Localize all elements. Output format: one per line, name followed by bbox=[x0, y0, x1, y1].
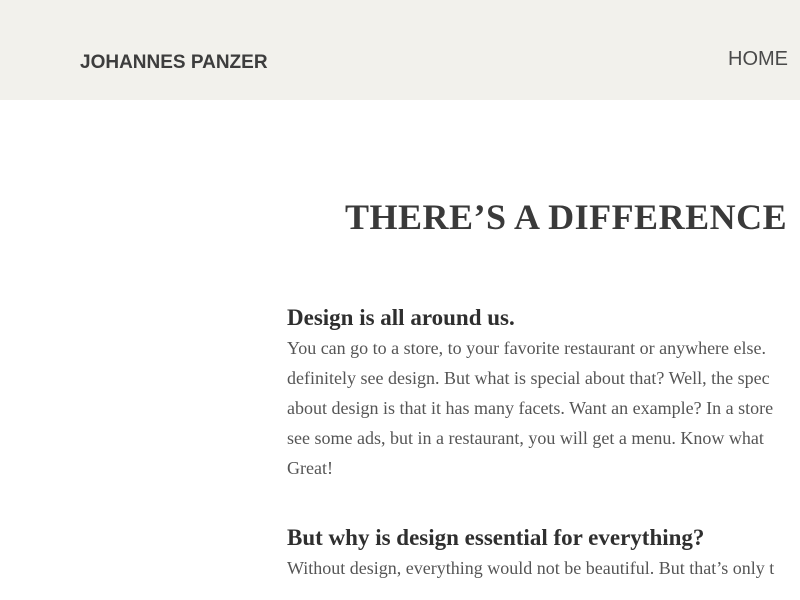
nav-item-home[interactable]: HOME bbox=[728, 48, 788, 71]
paragraph-line: Great! bbox=[287, 458, 333, 478]
section-heading: Design is all around us. bbox=[287, 305, 515, 330]
paragraph-line: You can go to a store, to your favorite … bbox=[287, 338, 767, 358]
paragraph-line: see some ads, but in a restaurant, you w… bbox=[287, 428, 764, 448]
site-header: JOHANNES PANZER HOME bbox=[0, 0, 800, 100]
section-paragraph: You can go to a store, to your favorite … bbox=[287, 333, 800, 483]
paragraph-line: definitely see design. But what is speci… bbox=[287, 368, 770, 388]
paragraph-line: Without design, everything would not be … bbox=[287, 558, 775, 578]
content-section-design-essential: But why is design essential for everythi… bbox=[287, 523, 800, 583]
paragraph-line: about design is that it has many facets.… bbox=[287, 398, 774, 418]
content-section-design-around-us: Design is all around us. You can go to a… bbox=[287, 303, 800, 483]
site-name-link[interactable]: JOHANNES PANZER bbox=[80, 52, 268, 74]
main-content: THERE’S A DIFFERENCE Design is all aroun… bbox=[0, 100, 800, 600]
page-title: THERE’S A DIFFERENCE bbox=[345, 197, 788, 237]
section-paragraph: Without design, everything would not be … bbox=[287, 553, 800, 583]
section-heading: But why is design essential for everythi… bbox=[287, 525, 705, 550]
